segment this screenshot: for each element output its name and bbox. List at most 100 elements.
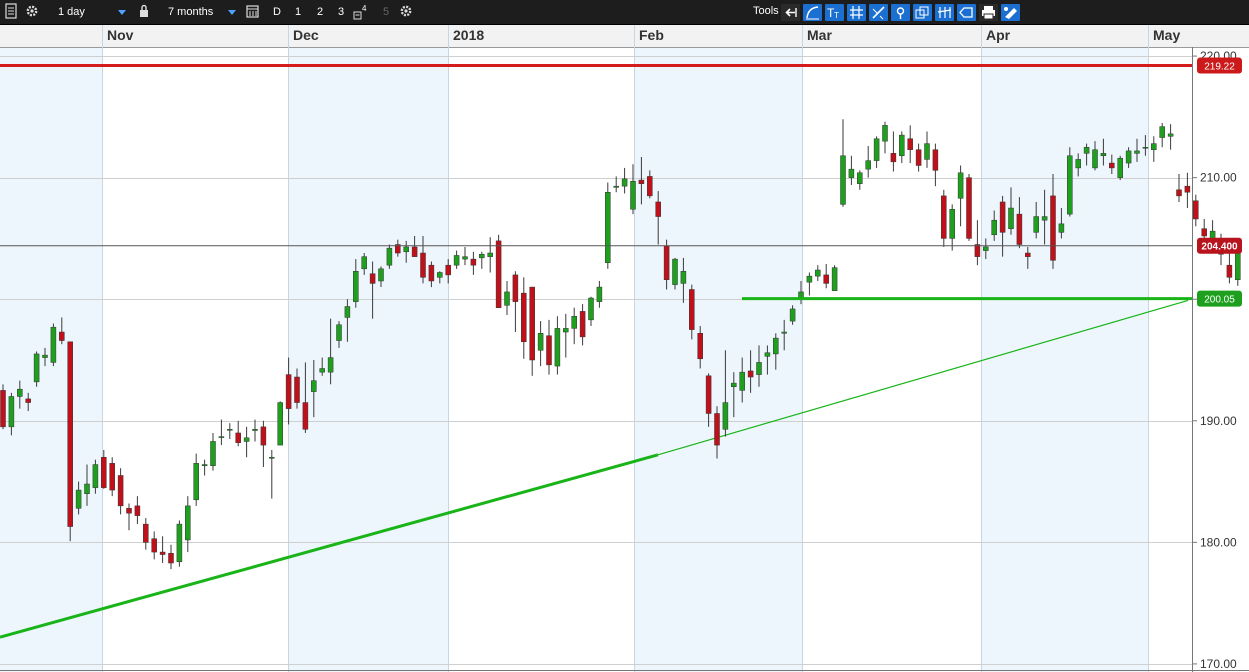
grid-icon[interactable] [847, 4, 866, 21]
candle-up [672, 257, 678, 290]
candle-down [512, 271, 519, 333]
candle-up [269, 449, 275, 499]
candle-body [361, 256, 367, 270]
candle-up [462, 246, 468, 266]
fibonacci-icon[interactable] [935, 4, 954, 21]
candle-up [605, 182, 611, 269]
month-label: Feb [639, 27, 664, 43]
candle-body [999, 201, 1006, 233]
price-level-label: 219.22 [1204, 62, 1235, 73]
candle-body [647, 176, 653, 197]
candle-body [747, 370, 754, 378]
timeframe-button-1[interactable]: 1 [289, 3, 307, 21]
candle-body [168, 553, 174, 564]
candle-down [907, 125, 913, 164]
candle-body [596, 286, 603, 302]
calendar-icon[interactable] [246, 3, 259, 21]
candle-body [218, 436, 225, 438]
lock-icon[interactable] [139, 3, 149, 21]
candle-body [420, 252, 426, 278]
price-chart[interactable]: Nov Dec 2018 Feb Mar Apr May 170.00 180.00 190.0… [0, 25, 1249, 672]
print-icon[interactable] [979, 4, 998, 21]
candle-down [159, 536, 166, 564]
candle-up [554, 316, 561, 375]
candle-body [529, 286, 535, 361]
candle-body [1092, 149, 1098, 169]
candle-up [50, 323, 57, 367]
candle-up [1117, 155, 1123, 181]
settings-gear-icon[interactable] [25, 3, 39, 21]
month-label: May [1153, 27, 1180, 43]
back-arrow-icon[interactable] [781, 4, 800, 21]
candle-body [277, 402, 283, 446]
candle-body [655, 201, 661, 217]
candle-body [840, 155, 846, 205]
candle-body [428, 264, 435, 282]
candle-body [1159, 126, 1165, 138]
candle-up [218, 419, 225, 446]
candle-down [941, 189, 947, 247]
candle-body [311, 380, 317, 392]
candle-down [151, 531, 157, 560]
candle-body [1151, 143, 1157, 150]
candle-body [109, 463, 115, 491]
range-select[interactable]: 7 months [156, 3, 238, 21]
candle-body [630, 181, 636, 210]
candle-body [1226, 264, 1233, 278]
candle-body [487, 252, 493, 257]
tools-label: Tools [753, 5, 779, 17]
timeframe-button-3[interactable]: 3 [332, 3, 350, 21]
price-tick-label: 190.00 [1200, 414, 1237, 428]
pin-icon[interactable] [891, 4, 910, 21]
candle-body [739, 371, 745, 391]
copy-layers-icon[interactable] [913, 4, 932, 21]
price-tick-label: 170.00 [1200, 657, 1237, 671]
candle-body [899, 134, 905, 157]
curve-draw-icon[interactable] [803, 4, 822, 21]
candle-body [621, 178, 628, 187]
price-tick-label: 210.00 [1200, 171, 1237, 185]
range-value: 7 months [168, 6, 214, 18]
candle-body [252, 429, 258, 431]
month-band [981, 25, 1148, 672]
candle-body [571, 315, 577, 329]
candle-body [722, 402, 729, 430]
menu-icon[interactable] [5, 3, 17, 21]
candle-body [1050, 195, 1056, 261]
timeframe-button-2[interactable]: 2 [311, 3, 329, 21]
draw-pen-icon[interactable] [869, 4, 888, 21]
candle-up [899, 131, 905, 164]
candle-up [1151, 136, 1157, 162]
label-tag-icon[interactable] [957, 4, 976, 21]
chart-settings-gear-icon[interactable] [399, 3, 413, 21]
candle-body [798, 291, 804, 299]
candle-body [1033, 216, 1039, 233]
interval-select[interactable]: 1 day [46, 3, 128, 21]
eraser-tools-icon[interactable] [1001, 4, 1020, 21]
candle-body [613, 185, 619, 188]
candle-body [42, 354, 48, 358]
chevron-down-icon [228, 10, 236, 15]
candle-down [974, 220, 981, 266]
candle-body [403, 246, 409, 253]
candle-up [596, 280, 603, 308]
candle-body [848, 168, 855, 178]
candle-body [285, 374, 292, 409]
candle-body [915, 149, 922, 166]
candle-body [302, 402, 309, 430]
text-tool-icon[interactable]: TT [825, 4, 844, 21]
chevron-down-icon [118, 10, 126, 15]
candle-body [336, 324, 342, 341]
candle-body [353, 271, 359, 302]
candle-body [260, 426, 267, 446]
candle-up [873, 136, 880, 168]
candle-body [1193, 200, 1199, 220]
timeframe-button-d[interactable]: D [268, 3, 286, 21]
candle-body [1109, 162, 1115, 169]
candle-up [563, 313, 569, 358]
candle-body [462, 256, 468, 260]
candle-body [605, 191, 611, 263]
candle-up [487, 237, 493, 273]
candle-up [201, 459, 208, 476]
timeframe-button-5: 5 [382, 6, 390, 18]
